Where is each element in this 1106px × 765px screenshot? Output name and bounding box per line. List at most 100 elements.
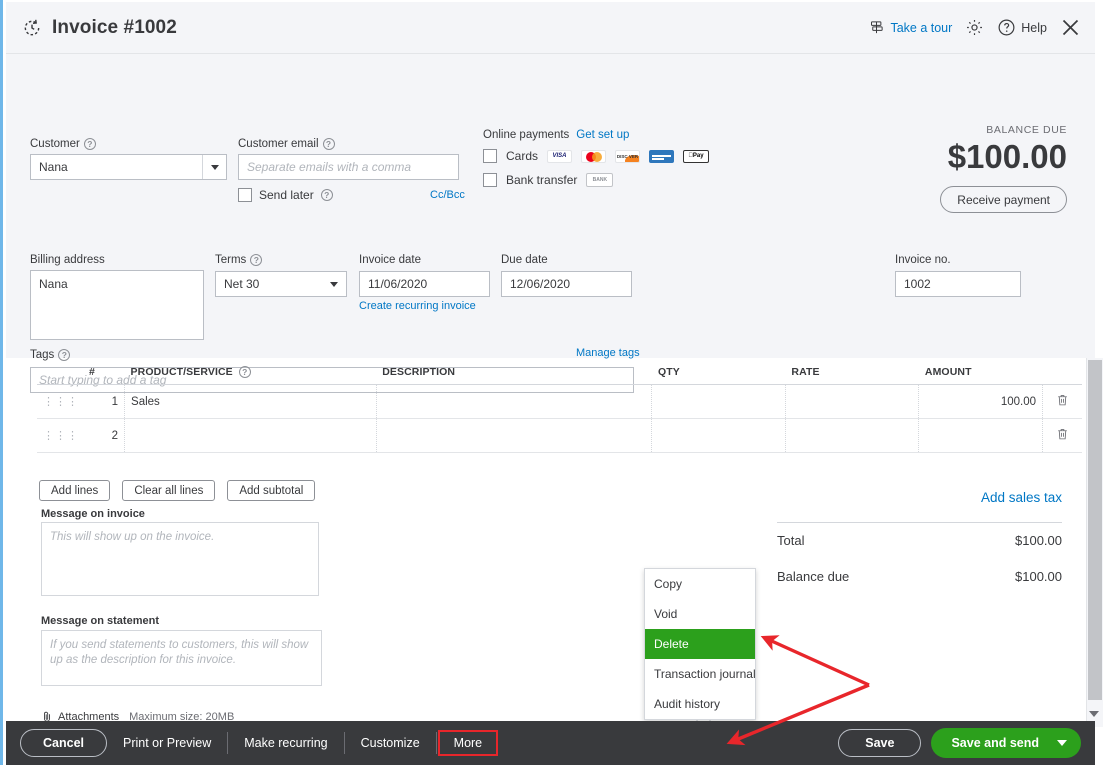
row-delete-button[interactable] <box>1042 384 1082 419</box>
col-product-service-group: PRODUCT/SERVICE ? <box>124 358 377 385</box>
save-button[interactable]: Save <box>838 729 922 757</box>
chevron-down-icon[interactable] <box>322 272 346 296</box>
help-tooltip-icon[interactable]: ? <box>322 138 335 150</box>
send-later-checkbox[interactable] <box>238 188 252 202</box>
drag-column-header <box>37 358 83 385</box>
col-rate: RATE <box>785 358 919 385</box>
footer-primary-actions: Save Save and send <box>838 728 1095 758</box>
row-product[interactable] <box>124 418 377 453</box>
invoice-no-input[interactable]: 1002 <box>895 271 1021 297</box>
billing-address-input[interactable]: Nana <box>30 270 204 340</box>
invoice-date-label: Invoice date <box>359 254 422 266</box>
customer-email-label-group: Customer email ? <box>238 138 335 150</box>
menu-item-audit-history[interactable]: Audit history <box>645 689 755 719</box>
help-tooltip-icon[interactable]: ? <box>238 366 251 378</box>
customer-label: Customer <box>30 138 80 150</box>
print-or-preview-button[interactable]: Print or Preview <box>107 736 227 750</box>
get-set-up-link[interactable]: Get set up <box>576 129 629 141</box>
discover-icon: DISC VER <box>615 149 641 163</box>
balance-due-block: BALANCE DUE $100.00 Receive payment <box>940 124 1067 213</box>
take-a-tour-button[interactable]: Take a tour <box>869 20 952 35</box>
chevron-down-icon[interactable] <box>1057 740 1067 746</box>
footer-links: Print or Preview Make recurring Customiz… <box>107 730 838 756</box>
add-lines-button[interactable]: Add lines <box>39 480 111 501</box>
row-qty[interactable] <box>651 384 786 419</box>
cards-label: Cards <box>506 149 539 163</box>
row-qty[interactable] <box>651 418 786 453</box>
terms-select[interactable]: Net 30 <box>215 271 347 297</box>
balance-due-row: Balance due $100.00 <box>777 569 1062 584</box>
menu-item-transaction-journal[interactable]: Transaction journal <box>645 659 756 689</box>
menu-item-copy[interactable]: Copy <box>645 569 755 599</box>
invoice-no-label: Invoice no. <box>895 254 951 266</box>
message-on-statement-textarea[interactable]: If you send statements to customers, thi… <box>41 630 322 686</box>
vertical-scrollbar-thumb[interactable] <box>1088 360 1102 700</box>
drag-handle-icon: ⋮⋮⋮ <box>43 395 79 408</box>
row-rate[interactable] <box>785 384 920 419</box>
total-value: $100.00 <box>1015 533 1062 548</box>
table-row[interactable]: ⋮⋮⋮ 1 Sales 100.00 <box>37 384 1082 419</box>
bottom-toolbar: Cancel Print or Preview Make recurring C… <box>6 721 1095 765</box>
cards-checkbox[interactable] <box>483 149 497 163</box>
row-description[interactable] <box>376 384 653 419</box>
help-tooltip-icon[interactable]: ? <box>320 189 333 201</box>
make-recurring-button[interactable]: Make recurring <box>228 736 343 750</box>
help-tooltip-icon[interactable]: ? <box>250 254 263 266</box>
table-header-row: # PRODUCT/SERVICE ? DESCRIPTION QTY RATE… <box>37 358 1082 385</box>
menu-item-delete[interactable]: Delete <box>645 629 755 659</box>
add-sales-tax-link[interactable]: Add sales tax <box>981 490 1062 505</box>
chevron-down-icon[interactable] <box>202 155 226 179</box>
line-action-buttons: Add lines Clear all lines Add subtotal <box>39 480 316 501</box>
line-items-table: # PRODUCT/SERVICE ? DESCRIPTION QTY RATE… <box>37 358 1082 453</box>
menu-item-void[interactable]: Void <box>645 599 755 629</box>
cancel-button[interactable]: Cancel <box>20 729 107 757</box>
totals-divider <box>777 522 1062 523</box>
gear-icon[interactable] <box>965 18 984 37</box>
message-on-invoice-textarea[interactable]: This will show up on the invoice. <box>41 522 319 596</box>
scroll-down-arrow-icon[interactable] <box>1089 711 1099 717</box>
save-and-send-button[interactable]: Save and send <box>931 728 1081 758</box>
more-button[interactable]: More <box>437 730 499 756</box>
customer-select[interactable]: Nana <box>30 154 227 180</box>
row-drag-handle[interactable]: ⋮⋮⋮ <box>37 418 83 453</box>
divider <box>435 732 437 754</box>
cc-bcc-link[interactable]: Cc/Bcc <box>430 189 465 201</box>
col-number: # <box>82 358 125 385</box>
row-description[interactable] <box>376 418 653 453</box>
take-a-tour-label: Take a tour <box>890 20 953 35</box>
col-delete <box>1042 358 1082 385</box>
customer-email-input[interactable]: Separate emails with a comma <box>238 154 459 180</box>
row-amount[interactable]: 100.00 <box>918 384 1044 419</box>
table-row[interactable]: ⋮⋮⋮ 2 <box>37 418 1082 453</box>
mastercard-icon <box>581 149 607 163</box>
amex-icon <box>649 149 675 163</box>
bank-transfer-checkbox[interactable] <box>483 173 497 187</box>
due-date-input[interactable]: 12/06/2020 <box>501 271 632 297</box>
help-button[interactable]: Help <box>997 18 1047 37</box>
row-delete-button[interactable] <box>1042 418 1082 453</box>
balance-due-amount: $100.00 <box>947 138 1067 175</box>
terms-label: Terms <box>215 254 247 266</box>
row-product[interactable]: Sales <box>124 384 377 419</box>
page-title: Invoice #1002 <box>52 16 177 38</box>
customer-label-group: Customer ? <box>30 138 96 150</box>
create-recurring-invoice-link[interactable]: Create recurring invoice <box>359 300 476 312</box>
customer-email-label: Customer email <box>238 138 319 150</box>
help-tooltip-icon[interactable]: ? <box>83 138 96 150</box>
close-icon[interactable] <box>1060 17 1081 38</box>
add-subtotal-button[interactable]: Add subtotal <box>227 480 316 501</box>
clear-all-lines-button[interactable]: Clear all lines <box>122 480 216 501</box>
terms-value: Net 30 <box>224 277 260 291</box>
row-amount[interactable] <box>918 418 1044 453</box>
receive-payment-button[interactable]: Receive payment <box>940 186 1067 213</box>
balance-due-row-value: $100.00 <box>1015 569 1062 584</box>
row-rate[interactable] <box>785 418 920 453</box>
invoice-date-input[interactable]: 11/06/2020 <box>359 271 490 297</box>
message-on-invoice-label: Message on invoice <box>41 508 145 520</box>
col-amount: AMOUNT <box>918 358 1043 385</box>
bank-transfer-row: Bank transfer BANK <box>483 173 614 187</box>
more-dropdown-menu: Copy Void Delete Transaction journal Aud… <box>644 568 756 720</box>
row-drag-handle[interactable]: ⋮⋮⋮ <box>37 384 83 419</box>
bank-transfer-label: Bank transfer <box>506 173 578 187</box>
customize-button[interactable]: Customize <box>345 736 436 750</box>
